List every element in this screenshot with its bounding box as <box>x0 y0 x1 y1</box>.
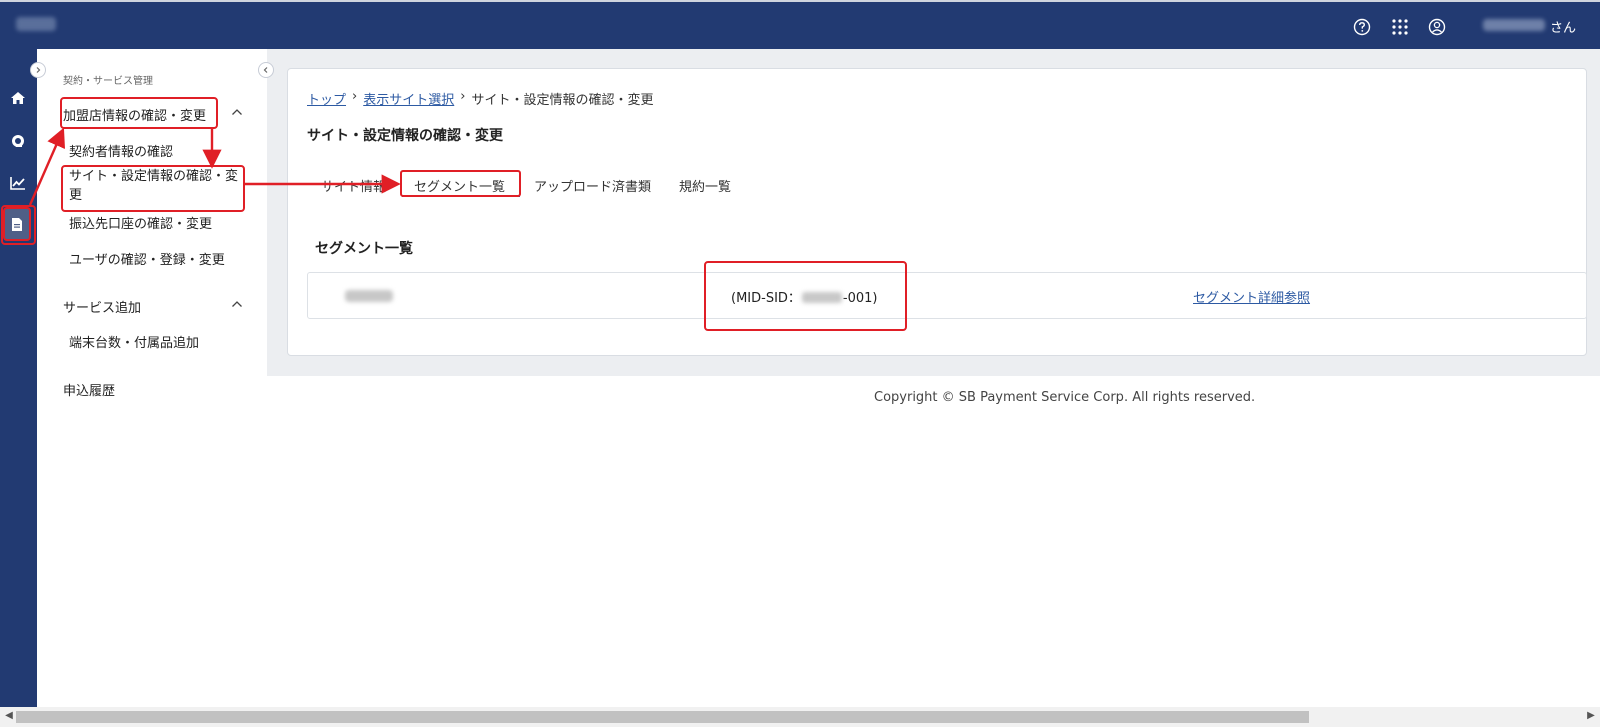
breadcrumb-separator: › <box>460 89 466 104</box>
sidebar-item-bank-account[interactable]: 振込先口座の確認・変更 <box>69 213 212 232</box>
highlight-site-settings <box>61 165 245 212</box>
user-suffix: さん <box>1550 21 1577 36</box>
sidebar-item-terminals[interactable]: 端末台数・付属品追加 <box>69 332 199 351</box>
breadcrumb-site-select[interactable]: 表示サイト選択 <box>363 89 454 108</box>
user-name[interactable] <box>1483 19 1545 31</box>
brand-logo[interactable] <box>16 17 56 31</box>
highlight-merchant-group <box>60 97 218 129</box>
segment-detail-link[interactable]: セグメント詳細参照 <box>1193 287 1310 306</box>
segment-name <box>345 290 393 302</box>
chevron-up-icon[interactable] <box>231 106 243 119</box>
tab-terms[interactable]: 規約一覧 <box>679 176 731 195</box>
breadcrumb-current: サイト・設定情報の確認・変更 <box>471 93 654 108</box>
tab-site-info[interactable]: サイト情報 <box>321 176 386 195</box>
top-bar: さん <box>0 0 1600 49</box>
highlight-document-rail <box>1 205 36 245</box>
rail-expand-icon[interactable] <box>30 62 46 78</box>
help-icon[interactable] <box>1351 16 1373 38</box>
breadcrumb-top[interactable]: トップ <box>307 89 346 108</box>
segments-title: セグメント一覧 <box>315 241 413 257</box>
chart-icon[interactable] <box>5 170 31 196</box>
segment-row <box>307 272 1587 319</box>
sidebar-caption: 契約・サービス管理 <box>63 76 153 87</box>
page-title: サイト・設定情報の確認・変更 <box>307 128 503 144</box>
support-icon[interactable] <box>5 128 31 154</box>
tab-uploaded-docs[interactable]: アップロード済書類 <box>534 176 651 195</box>
horizontal-scrollbar[interactable]: ◀ ▶ <box>0 707 1600 727</box>
sidebar-collapse-icon[interactable] <box>258 62 274 78</box>
scroll-left-icon[interactable]: ◀ <box>2 710 16 724</box>
highlight-mid-sid <box>704 261 907 331</box>
scroll-right-icon[interactable]: ▶ <box>1584 710 1598 724</box>
apps-grid-icon[interactable] <box>1389 16 1411 38</box>
sidebar-group-service-add[interactable]: サービス追加 <box>63 297 141 316</box>
sidebar-item-users[interactable]: ユーザの確認・登録・変更 <box>69 249 225 268</box>
breadcrumb: トップ › 表示サイト選択 › サイト・設定情報の確認・変更 <box>307 89 653 108</box>
breadcrumb-separator: › <box>352 89 358 104</box>
home-icon[interactable] <box>5 85 31 111</box>
scrollbar-thumb[interactable] <box>16 711 1309 723</box>
sidebar-item-history[interactable]: 申込履歴 <box>63 380 115 399</box>
chevron-up-icon[interactable] <box>231 298 243 311</box>
tab-highlight <box>400 170 521 197</box>
sidebar-item-contract-info[interactable]: 契約者情報の確認 <box>69 141 173 160</box>
footer-copyright: Copyright © SB Payment Service Corp. All… <box>874 390 1256 405</box>
user-icon[interactable] <box>1426 16 1448 38</box>
